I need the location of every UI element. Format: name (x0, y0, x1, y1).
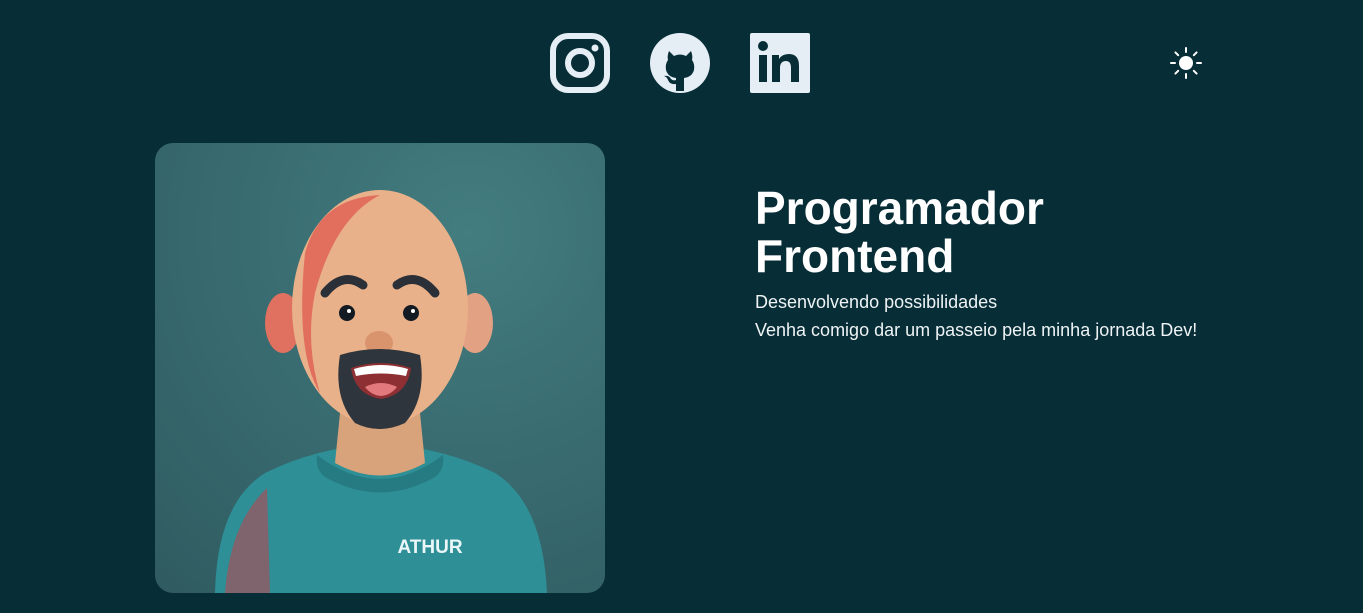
title-line-1: Programador (755, 182, 1044, 234)
page: ATHUR Programador Frontend Desenvolvendo… (0, 0, 1363, 613)
hero-section: Programador Frontend Desenvolvendo possi… (755, 184, 1275, 344)
theme-toggle-button[interactable] (1170, 47, 1202, 79)
title-line-2: Frontend (755, 230, 955, 282)
avatar-illustration: ATHUR (215, 190, 547, 593)
sun-icon (1170, 47, 1202, 79)
instagram-icon (550, 33, 610, 93)
github-link[interactable] (650, 33, 710, 93)
github-icon (650, 33, 710, 93)
avatar-image: ATHUR (155, 143, 605, 593)
page-title: Programador Frontend (755, 184, 1275, 280)
linkedin-icon (750, 33, 810, 93)
social-links (550, 33, 810, 93)
subtitle-line-2: Venha comigo dar um passeio pela minha j… (755, 320, 1198, 340)
subtitle: Desenvolvendo possibilidades Venha comig… (755, 288, 1275, 344)
instagram-link[interactable] (550, 33, 610, 93)
shirt-logo: ATHUR (397, 537, 462, 558)
linkedin-link[interactable] (750, 33, 810, 93)
subtitle-line-1: Desenvolvendo possibilidades (755, 292, 998, 312)
